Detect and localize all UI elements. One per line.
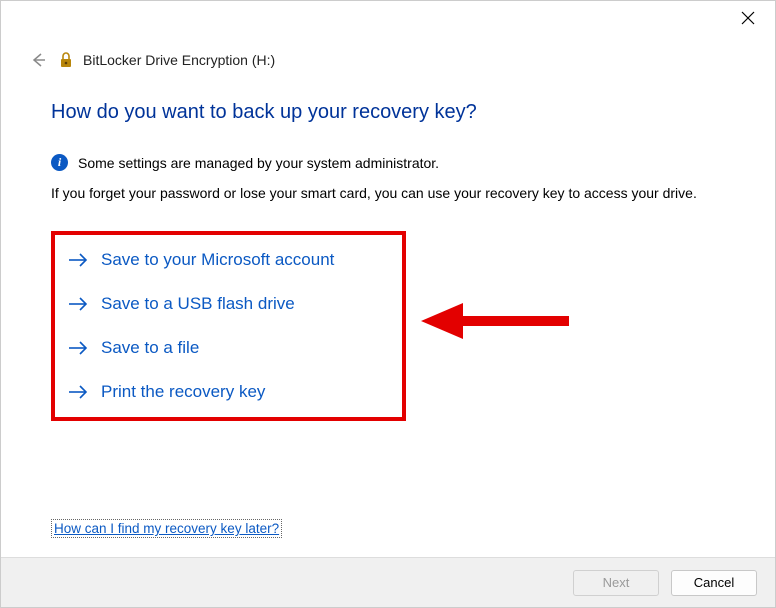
wizard-header: BitLocker Drive Encryption (H:) [29,51,747,69]
back-icon[interactable] [29,51,47,69]
close-icon[interactable] [741,11,755,25]
option-label: Save to your Microsoft account [101,250,334,270]
bitlocker-icon [57,51,75,69]
option-label: Save to a file [101,338,199,358]
next-button: Next [573,570,659,596]
option-label: Print the recovery key [101,382,265,402]
admin-info-row: i Some settings are managed by your syst… [51,154,725,171]
wizard-title: BitLocker Drive Encryption (H:) [83,52,275,68]
cancel-button[interactable]: Cancel [671,570,757,596]
arrow-right-icon [67,337,89,359]
wizard-footer: Next Cancel [1,557,775,607]
admin-info-text: Some settings are managed by your system… [78,155,439,171]
arrow-right-icon [67,381,89,403]
option-save-usb[interactable]: Save to a USB flash drive [67,293,382,315]
arrow-right-icon [67,249,89,271]
option-print-key[interactable]: Print the recovery key [67,381,382,403]
arrow-right-icon [67,293,89,315]
backup-options-box: Save to your Microsoft account Save to a… [51,231,406,421]
option-save-microsoft-account[interactable]: Save to your Microsoft account [67,249,382,271]
option-save-file[interactable]: Save to a file [67,337,382,359]
description-text: If you forget your password or lose your… [51,185,725,201]
info-icon: i [51,154,68,171]
help-link[interactable]: How can I find my recovery key later? [51,519,282,538]
page-heading: How do you want to back up your recovery… [51,101,725,124]
option-label: Save to a USB flash drive [101,294,295,314]
